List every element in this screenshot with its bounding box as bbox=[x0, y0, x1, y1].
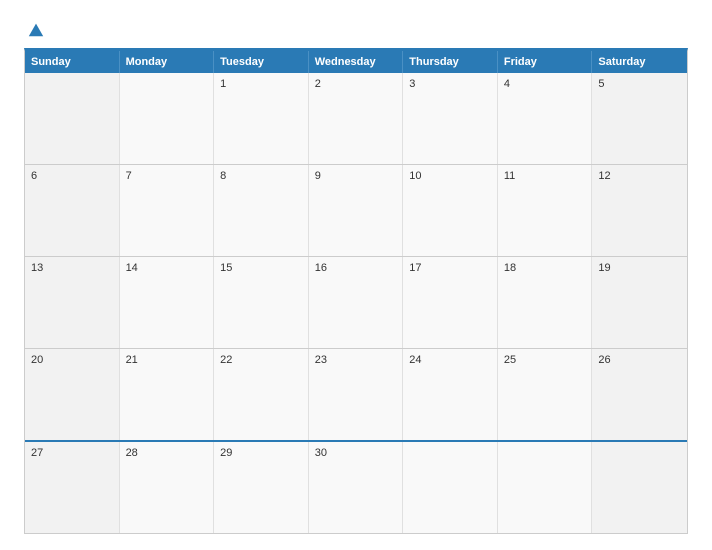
day-header-wednesday: Wednesday bbox=[309, 51, 404, 73]
day-cell-empty bbox=[498, 442, 593, 533]
day-number: 24 bbox=[409, 354, 421, 366]
day-number: 17 bbox=[409, 262, 421, 274]
calendar-page: SundayMondayTuesdayWednesdayThursdayFrid… bbox=[0, 0, 712, 550]
day-number: 14 bbox=[126, 262, 138, 274]
day-number: 5 bbox=[598, 78, 604, 90]
day-cell-27: 27 bbox=[25, 442, 120, 533]
day-cell-12: 12 bbox=[592, 165, 687, 256]
day-number: 27 bbox=[31, 447, 43, 459]
day-cell-empty bbox=[592, 442, 687, 533]
day-number: 13 bbox=[31, 262, 43, 274]
week-row-2: 6 7 8 9 10 11 12 bbox=[25, 165, 687, 257]
day-number: 23 bbox=[315, 354, 327, 366]
day-number: 9 bbox=[315, 170, 321, 182]
week-row-1: 1 2 3 4 5 bbox=[25, 73, 687, 165]
day-number: 16 bbox=[315, 262, 327, 274]
day-cell-18: 18 bbox=[498, 257, 593, 348]
day-cell-11: 11 bbox=[498, 165, 593, 256]
day-cell-15: 15 bbox=[214, 257, 309, 348]
day-header-friday: Friday bbox=[498, 51, 593, 73]
day-number: 10 bbox=[409, 170, 421, 182]
day-cell-10: 10 bbox=[403, 165, 498, 256]
day-header-tuesday: Tuesday bbox=[214, 51, 309, 73]
day-cell-empty bbox=[120, 73, 215, 164]
day-number: 30 bbox=[315, 447, 327, 459]
day-number: 12 bbox=[598, 170, 610, 182]
day-header-monday: Monday bbox=[120, 51, 215, 73]
day-number: 19 bbox=[598, 262, 610, 274]
day-number: 2 bbox=[315, 78, 321, 90]
day-cell-5: 5 bbox=[592, 73, 687, 164]
day-cell-16: 16 bbox=[309, 257, 404, 348]
day-number: 15 bbox=[220, 262, 232, 274]
calendar-grid: SundayMondayTuesdayWednesdayThursdayFrid… bbox=[24, 48, 688, 534]
week-row-4: 20 21 22 23 24 25 26 bbox=[25, 349, 687, 442]
day-cell-28: 28 bbox=[120, 442, 215, 533]
week-row-3: 13 14 15 16 17 18 19 bbox=[25, 257, 687, 349]
day-cell-14: 14 bbox=[120, 257, 215, 348]
day-number: 1 bbox=[220, 78, 226, 90]
day-number: 7 bbox=[126, 170, 132, 182]
day-number: 22 bbox=[220, 354, 232, 366]
day-cell-20: 20 bbox=[25, 349, 120, 440]
day-cell-19: 19 bbox=[592, 257, 687, 348]
day-number: 8 bbox=[220, 170, 226, 182]
logo bbox=[24, 20, 45, 38]
day-cell-7: 7 bbox=[120, 165, 215, 256]
day-cell-21: 21 bbox=[120, 349, 215, 440]
day-number: 29 bbox=[220, 447, 232, 459]
day-cell-24: 24 bbox=[403, 349, 498, 440]
day-header-saturday: Saturday bbox=[592, 51, 687, 73]
day-number: 3 bbox=[409, 78, 415, 90]
day-number: 18 bbox=[504, 262, 516, 274]
day-cell-23: 23 bbox=[309, 349, 404, 440]
day-cell-22: 22 bbox=[214, 349, 309, 440]
day-cell-13: 13 bbox=[25, 257, 120, 348]
day-number: 25 bbox=[504, 354, 516, 366]
weeks-container: 1234567891011121314151617181920212223242… bbox=[25, 73, 687, 533]
day-number: 20 bbox=[31, 354, 43, 366]
day-cell-empty bbox=[25, 73, 120, 164]
day-header-sunday: Sunday bbox=[25, 51, 120, 73]
day-cell-8: 8 bbox=[214, 165, 309, 256]
day-cell-30: 30 bbox=[309, 442, 404, 533]
day-headers-row: SundayMondayTuesdayWednesdayThursdayFrid… bbox=[25, 51, 687, 73]
day-number: 6 bbox=[31, 170, 37, 182]
day-cell-26: 26 bbox=[592, 349, 687, 440]
day-cell-3: 3 bbox=[403, 73, 498, 164]
day-cell-29: 29 bbox=[214, 442, 309, 533]
day-number: 21 bbox=[126, 354, 138, 366]
day-number: 26 bbox=[598, 354, 610, 366]
page-header bbox=[24, 20, 688, 38]
logo-triangle-icon bbox=[27, 20, 45, 38]
day-header-thursday: Thursday bbox=[403, 51, 498, 73]
day-cell-1: 1 bbox=[214, 73, 309, 164]
day-cell-9: 9 bbox=[309, 165, 404, 256]
day-cell-2: 2 bbox=[309, 73, 404, 164]
day-cell-6: 6 bbox=[25, 165, 120, 256]
week-row-5: 27 28 29 30 bbox=[25, 442, 687, 533]
day-cell-25: 25 bbox=[498, 349, 593, 440]
day-cell-4: 4 bbox=[498, 73, 593, 164]
day-number: 11 bbox=[504, 170, 515, 182]
day-cell-17: 17 bbox=[403, 257, 498, 348]
day-number: 28 bbox=[126, 447, 138, 459]
day-number: 4 bbox=[504, 78, 510, 90]
day-cell-empty bbox=[403, 442, 498, 533]
